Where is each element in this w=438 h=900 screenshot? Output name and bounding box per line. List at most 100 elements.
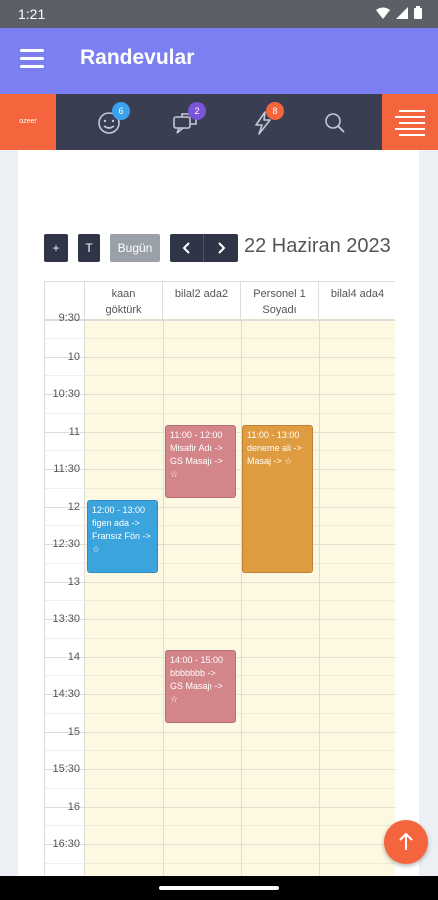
prev-day-button[interactable] [170, 234, 204, 262]
slot-divider [85, 619, 395, 620]
time-label: 14:30 [52, 688, 80, 700]
slot-divider [85, 844, 395, 845]
wifi-icon [376, 7, 390, 19]
time-divider [45, 825, 85, 827]
slot-divider [85, 600, 395, 602]
appointment-event[interactable]: 12:00 - 13:00 figen ada -> Fransız Fön -… [87, 500, 158, 573]
app-bar: Randevular [0, 28, 438, 94]
today-button[interactable]: Bugün [110, 234, 160, 262]
time-slots[interactable] [85, 319, 395, 881]
slot-divider [85, 431, 395, 433]
time-divider [45, 450, 85, 452]
slot-divider [85, 487, 395, 489]
time-divider [45, 562, 85, 564]
event-time: 11:00 - 12:00 [170, 430, 223, 440]
chevron-left-icon [182, 242, 190, 254]
slot-divider [85, 769, 395, 770]
slot-divider [85, 412, 395, 414]
time-divider [45, 787, 85, 789]
staff-header[interactable]: Personel 1 Soyadı [241, 282, 319, 322]
staff-header[interactable]: bilal4 ada4 [319, 282, 395, 322]
appointment-event[interactable]: 11:00 - 12:00 Misafir Adı -> GS Masajı -… [165, 425, 236, 498]
staff-header[interactable]: kaan göktürk [85, 282, 163, 322]
slot-divider [85, 675, 395, 677]
slot-divider [85, 806, 395, 808]
appointment-event[interactable]: 14:00 - 15:00 bbbbbbb -> GS Masajı -> ☆ [165, 650, 236, 723]
staff-name-line1: kaan [111, 288, 136, 300]
slot-divider [85, 825, 395, 827]
staff-name-line2: göktürk [105, 304, 142, 316]
notifications-button[interactable]: 8 [250, 102, 284, 136]
staff-name-line1: Personel 1 [253, 288, 306, 300]
time-label: 11 [68, 425, 80, 438]
slot-divider [85, 637, 395, 639]
event-time: 11:00 - 13:00 [247, 430, 300, 440]
logo[interactable]: ozeer [0, 94, 56, 150]
battery-icon [414, 6, 422, 19]
slot-divider [85, 694, 395, 695]
time-label: 11:30 [53, 463, 80, 475]
slot-divider [85, 731, 395, 733]
slot-divider [85, 356, 395, 358]
event-text: deneme ali -> Masaj -> ☆ [247, 443, 302, 466]
slot-divider [85, 581, 395, 583]
time-divider [45, 412, 85, 414]
event-time: 14:00 - 15:00 [170, 655, 224, 665]
time-label: 12 [67, 500, 80, 513]
slot-divider [85, 469, 395, 470]
time-label: 13:30 [52, 613, 80, 625]
toolbar: ozeer 6 2 8 [0, 94, 438, 150]
time-divider [45, 487, 85, 489]
time-divider [45, 862, 85, 864]
time-label: 14 [67, 650, 80, 663]
chevron-right-icon [218, 242, 226, 254]
event-text: figen ada -> Fransız Fön -> ☆ [92, 518, 151, 554]
hamburger-menu-icon[interactable] [20, 49, 44, 68]
time-label: 16 [67, 800, 80, 813]
staff-name-line1: bilal4 ada4 [330, 288, 385, 300]
notifications-badge: 8 [266, 102, 284, 120]
time-label: 12:30 [52, 538, 80, 550]
event-text: bbbbbbb -> GS Masajı -> ☆ [170, 668, 223, 704]
slot-divider [85, 712, 395, 714]
customers-badge: 6 [112, 102, 130, 120]
staff-header-row: kaan göktürk bilal2 ada2 Personel 1 Soya… [45, 281, 395, 322]
status-time: 1:21 [18, 6, 46, 22]
event-text: Misafir Adı -> GS Masajı -> ☆ [170, 443, 223, 479]
time-divider [45, 600, 85, 602]
slot-divider [85, 375, 395, 377]
time-divider [45, 750, 85, 752]
column-divider [163, 321, 164, 881]
event-time: 12:00 - 13:00 [92, 505, 146, 515]
list-menu-icon[interactable] [382, 94, 438, 150]
column-divider [319, 321, 320, 881]
time-divider [45, 712, 85, 714]
status-bar: 1:21 [0, 0, 438, 28]
add-button[interactable]: + [44, 234, 68, 262]
search-button[interactable] [322, 110, 348, 136]
arrow-up-icon [399, 832, 413, 850]
system-nav-bar [0, 876, 438, 900]
time-label: 13 [67, 575, 80, 588]
slot-divider [85, 862, 395, 864]
slot-divider [85, 750, 395, 752]
messages-button[interactable]: 2 [172, 102, 206, 136]
slot-divider [85, 787, 395, 789]
slot-divider [85, 394, 395, 395]
today-short-button[interactable]: T [78, 234, 100, 262]
time-label: 16:30 [52, 838, 80, 850]
slot-divider [85, 656, 395, 658]
next-day-button[interactable] [204, 234, 238, 262]
time-divider [45, 675, 85, 677]
slot-divider [85, 319, 395, 320]
column-divider [241, 321, 242, 881]
home-handle[interactable] [159, 886, 279, 890]
time-label: 15:30 [52, 763, 80, 775]
appointment-event[interactable]: 11:00 - 13:00 deneme ali -> Masaj -> ☆ [242, 425, 313, 573]
status-icons [376, 6, 422, 19]
time-label: 15 [67, 725, 80, 738]
staff-header[interactable]: bilal2 ada2 [163, 282, 241, 322]
customers-button[interactable]: 6 [96, 102, 130, 136]
date-navigation [170, 234, 238, 262]
scroll-top-button[interactable] [384, 820, 428, 864]
